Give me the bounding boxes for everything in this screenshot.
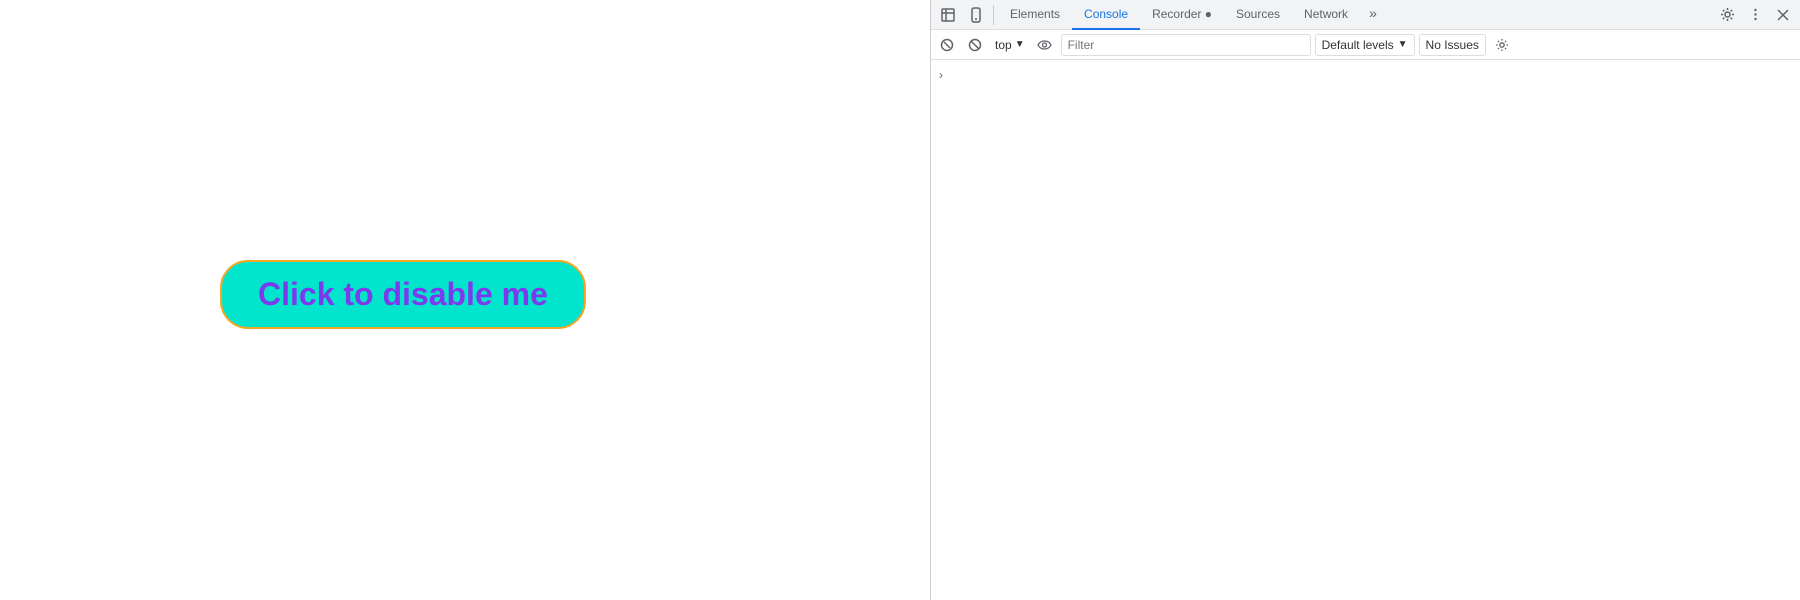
more-options-icon[interactable] xyxy=(1742,2,1768,28)
levels-chevron: ▼ xyxy=(1398,39,1408,50)
inspect-icon[interactable] xyxy=(935,2,961,28)
console-expand-chevron[interactable]: › xyxy=(939,68,943,82)
tab-elements[interactable]: Elements xyxy=(998,0,1072,30)
devtools-top-toolbar: Elements Console Recorder ● Sources Netw… xyxy=(931,0,1800,30)
devtools-tabs: Elements Console Recorder ● Sources Netw… xyxy=(998,0,1386,29)
tab-console[interactable]: Console xyxy=(1072,0,1140,30)
console-settings-icon[interactable] xyxy=(1490,33,1514,57)
device-toggle-icon[interactable] xyxy=(963,2,989,28)
toolbar-separator-1 xyxy=(993,5,994,25)
console-content: › xyxy=(931,60,1800,600)
disable-button[interactable]: Click to disable me xyxy=(220,260,586,329)
context-top-chevron: ▼ xyxy=(1015,39,1025,50)
no-issues-label: No Issues xyxy=(1426,38,1479,52)
tab-recorder[interactable]: Recorder ● xyxy=(1140,0,1224,30)
tab-sources[interactable]: Sources xyxy=(1224,0,1292,30)
no-log-icon[interactable] xyxy=(963,33,987,57)
tab-network[interactable]: Network xyxy=(1292,0,1360,30)
eye-icon[interactable] xyxy=(1033,33,1057,57)
console-secondary-toolbar: top ▼ Default levels ▼ No Issues xyxy=(931,30,1800,60)
devtools-panel: Elements Console Recorder ● Sources Netw… xyxy=(930,0,1800,600)
close-devtools-icon[interactable] xyxy=(1770,2,1796,28)
more-tabs-button[interactable]: » xyxy=(1360,0,1386,26)
console-filter-input[interactable] xyxy=(1061,34,1311,56)
default-levels-button[interactable]: Default levels ▼ xyxy=(1315,34,1415,56)
clear-console-icon[interactable] xyxy=(935,33,959,57)
page-area: Click to disable me xyxy=(0,0,930,600)
context-top-select[interactable]: top ▼ xyxy=(991,36,1029,54)
devtools-right-icons xyxy=(1714,2,1796,28)
context-top-label: top xyxy=(995,38,1012,52)
settings-gear-icon[interactable] xyxy=(1714,2,1740,28)
no-issues-badge[interactable]: No Issues xyxy=(1419,34,1486,56)
levels-label: Default levels xyxy=(1322,38,1394,52)
